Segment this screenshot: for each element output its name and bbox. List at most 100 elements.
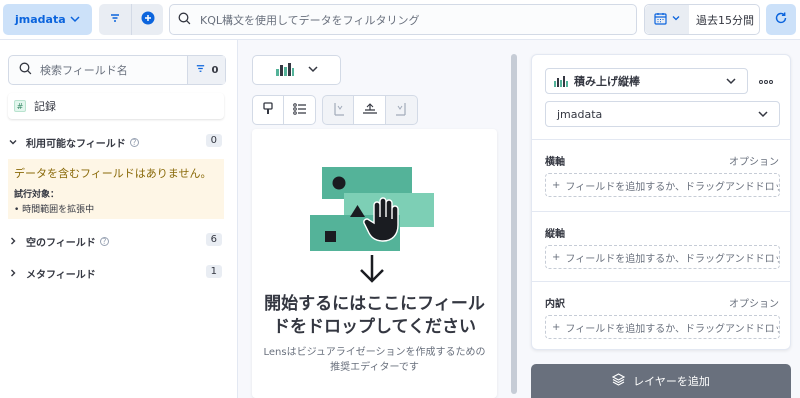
records-label: 記録 <box>34 100 56 113</box>
query-placeholder: KQL構文を使用してデータをフィルタリング <box>200 13 420 27</box>
filter-count: 0 <box>211 64 219 76</box>
paint-brush-icon <box>262 101 274 119</box>
chart-type-select[interactable]: 積み上げ縦棒 <box>545 68 748 94</box>
axis-right-icon <box>395 102 409 119</box>
dataview-picker[interactable]: jmadata <box>3 4 92 35</box>
meta-fields-toggle[interactable]: メタフィールド 1 <box>8 264 224 282</box>
chart-type-label: 積み上げ縦棒 <box>574 75 640 88</box>
empty-fields-count: 6 <box>205 233 222 246</box>
meta-fields-label: メタフィールド <box>26 269 96 281</box>
horizontal-axis-label: 横軸 <box>545 157 565 168</box>
available-fields-count: 0 <box>205 134 222 147</box>
add-layer-label: レイヤーを追加 <box>633 375 710 388</box>
vertical-axis-label: 縦軸 <box>545 229 565 240</box>
chevron-down-icon <box>757 108 769 123</box>
plus-icon: + <box>552 179 561 191</box>
callout-title: データを含むフィールドはありません。 <box>14 167 212 180</box>
drop-zone-canvas[interactable]: 開始するにはここにフィール ドをドロップしてください Lensはビジュアライゼー… <box>252 129 497 398</box>
available-fields-toggle[interactable]: 利用可能なフィールド ? 0 <box>8 133 224 151</box>
dataview-label: jmadata <box>15 13 66 26</box>
drop-subtitle-line1: Lensはビジュアライゼーションを作成するための <box>263 347 486 358</box>
workspace: 開始するにはここにフィール ドをドロップしてください Lensはビジュアライゼー… <box>238 40 520 398</box>
stacked-bar-icon <box>554 75 568 87</box>
add-layer-button[interactable]: レイヤーを追加 <box>531 364 791 398</box>
quick-menu-button[interactable] <box>645 5 689 34</box>
refresh-icon <box>774 11 788 28</box>
chart-type-switcher[interactable] <box>252 55 341 85</box>
field-type-filter-button[interactable]: 0 <box>187 56 225 84</box>
layer-actions-icon[interactable] <box>758 75 774 88</box>
axis-bottom-icon <box>362 102 378 119</box>
date-range-label: 過去15分間 <box>696 13 754 27</box>
add-field-text: フィールドを追加するか、ドラッグアンドドロップ <box>565 323 780 335</box>
breakdown-section: 内訳 オプション + フィールドを追加するか、ドラッグアンドドロップ <box>532 281 790 349</box>
horizontal-axis-section: 横軸 オプション + フィールドを追加するか、ドラッグアンドドロップ <box>532 139 790 211</box>
suggestion-toolbar <box>252 95 316 125</box>
chevron-right-icon <box>8 268 18 278</box>
empty-fields-label: 空のフィールド <box>26 237 96 249</box>
chevron-right-icon <box>8 236 18 246</box>
chevron-down-icon <box>8 137 18 147</box>
chevron-down-icon <box>671 13 681 26</box>
no-fields-callout: データを含むフィールドはありません。 試行対象： • 時間範囲を拡張中 <box>8 159 224 219</box>
chevron-down-icon <box>307 63 319 78</box>
filter-icon <box>195 63 206 77</box>
filter-menu-button[interactable] <box>99 4 131 35</box>
layer-dataview-select[interactable]: jmadata <box>545 101 780 127</box>
list-icon <box>292 102 307 118</box>
layer-config-panel: 積み上げ縦棒 jmadata 横軸 オプション + フィールドを追加するか、ドラ… <box>531 54 791 350</box>
bar-chart-icon <box>275 62 295 79</box>
layers-icon <box>612 373 626 389</box>
optional-label: オプション <box>729 157 779 168</box>
add-filter-button[interactable] <box>131 4 163 35</box>
optional-label: オプション <box>729 299 779 310</box>
drop-subtitle: Lensはビジュアライゼーションを作成するための 推奨エディターです <box>252 345 497 375</box>
chevron-down-icon <box>725 75 737 90</box>
drop-title: 開始するにはここにフィール ドをドロップしてください <box>252 293 497 339</box>
refresh-button[interactable] <box>766 4 796 35</box>
field-list-panel: 検索フィールド名 0 # 記録 利用可能なフィールド ? 0 データを含むフィー… <box>0 40 238 398</box>
drop-title-line1: 開始するにはここにフィール <box>264 294 485 314</box>
right-axis-button[interactable] <box>386 95 418 125</box>
search-icon <box>178 12 191 28</box>
brush-button[interactable] <box>252 95 284 125</box>
callout-item-text: 時間範囲を拡張中 <box>22 205 95 215</box>
chevron-down-icon <box>69 13 81 28</box>
date-picker[interactable]: 過去15分間 <box>644 4 760 35</box>
horizontal-axis-add-field[interactable]: + フィールドを追加するか、ドラッグアンドドロップ <box>545 173 780 197</box>
add-field-text: フィールドを追加するか、ドラッグアンドドロップ <box>565 253 780 265</box>
drag-drop-illustration <box>310 155 436 288</box>
query-input[interactable]: KQL構文を使用してデータをフィルタリング <box>169 4 637 35</box>
layer-dataview-label: jmadata <box>557 107 603 121</box>
drop-subtitle-line2: 推奨エディターです <box>330 362 419 373</box>
vertical-axis-section: 縦軸 + フィールドを追加するか、ドラッグアンドドロップ <box>532 211 790 281</box>
bottom-axis-button[interactable] <box>354 95 386 125</box>
help-icon[interactable]: ? <box>129 137 139 147</box>
axis-toolbar <box>322 95 418 125</box>
plus-icon: + <box>552 321 561 333</box>
field-search-input[interactable]: 検索フィールド名 0 <box>8 55 226 85</box>
callout-subtitle: 試行対象： <box>14 190 60 200</box>
filter-icon <box>109 12 121 27</box>
help-icon[interactable]: ? <box>99 236 109 246</box>
plus-icon: + <box>552 251 561 263</box>
records-field[interactable]: # 記録 <box>8 93 224 119</box>
axis-left-icon <box>331 102 345 119</box>
plus-circle-icon <box>141 11 155 28</box>
meta-fields-count: 1 <box>205 265 222 278</box>
breakdown-label: 内訳 <box>545 299 565 310</box>
top-bar: jmadata KQL構文を使用してデータをフィルタリング 過去15分間 <box>0 0 800 40</box>
legend-button[interactable] <box>284 95 316 125</box>
left-axis-button[interactable] <box>322 95 354 125</box>
breakdown-add-field[interactable]: + フィールドを追加するか、ドラッグアンドドロップ <box>545 315 780 339</box>
vertical-axis-add-field[interactable]: + フィールドを追加するか、ドラッグアンドドロップ <box>545 245 780 269</box>
workspace-scrollbar[interactable] <box>511 54 517 394</box>
empty-fields-toggle[interactable]: 空のフィールド ? 6 <box>8 232 224 250</box>
callout-list-item: • 時間範囲を拡張中 <box>14 205 95 215</box>
search-icon <box>19 62 32 78</box>
add-field-text: フィールドを追加するか、ドラッグアンドドロップ <box>565 181 780 193</box>
number-type-icon: # <box>14 100 26 112</box>
field-search-placeholder: 検索フィールド名 <box>40 64 128 77</box>
drop-title-line2: ドをドロップしてください <box>273 317 476 337</box>
available-fields-label: 利用可能なフィールド <box>26 138 126 150</box>
